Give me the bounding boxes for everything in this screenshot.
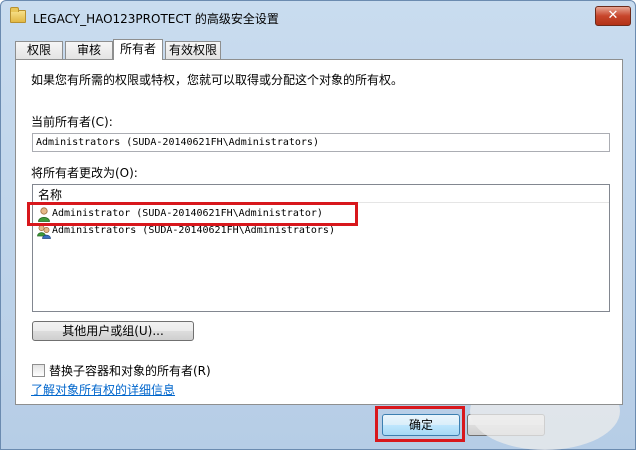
name-column-label: 名称	[38, 188, 63, 202]
ok-button-highlight	[375, 406, 465, 442]
user-group-icon	[37, 225, 51, 239]
current-owner-field[interactable]: Administrators (SUDA-20140621FH\Administ…	[32, 133, 610, 152]
replace-owner-checkbox[interactable]	[32, 364, 45, 377]
close-button[interactable]: ✕	[595, 6, 631, 26]
current-owner-label: 当前所有者(C):	[31, 115, 113, 129]
replace-owner-label[interactable]: 替换子容器和对象的所有者(R)	[49, 362, 211, 379]
folder-icon	[10, 7, 26, 23]
window-title: LEGACY_HAO123PROTECT 的高级安全设置	[33, 12, 279, 26]
change-owner-label: 将所有者更改为(O):	[31, 166, 138, 180]
selected-owner-highlight	[27, 202, 358, 226]
tab-auditing[interactable]: 审核	[65, 41, 113, 59]
tab-permissions[interactable]: 权限	[15, 41, 63, 59]
tab-owner[interactable]: 所有者	[113, 39, 163, 60]
intro-text: 如果您有所需的权限或特权，您就可以取得或分配这个对象的所有权。	[31, 73, 404, 87]
tab-effective-permissions[interactable]: 有效权限	[165, 41, 221, 59]
learn-more-ownership-link[interactable]: 了解对象所有权的详细信息	[31, 381, 175, 398]
list-column-header[interactable]: 名称	[33, 185, 609, 203]
owner-name: Administrators (SUDA-20140621FH\Administ…	[52, 225, 335, 236]
title-bar[interactable]: LEGACY_HAO123PROTECT 的高级安全设置 ✕	[1, 1, 635, 35]
other-users-or-groups-button[interactable]: 其他用户或组(U)...	[32, 321, 194, 341]
owner-tab-panel: 如果您有所需的权限或特权，您就可以取得或分配这个对象的所有权。 当前所有者(C)…	[15, 59, 623, 405]
